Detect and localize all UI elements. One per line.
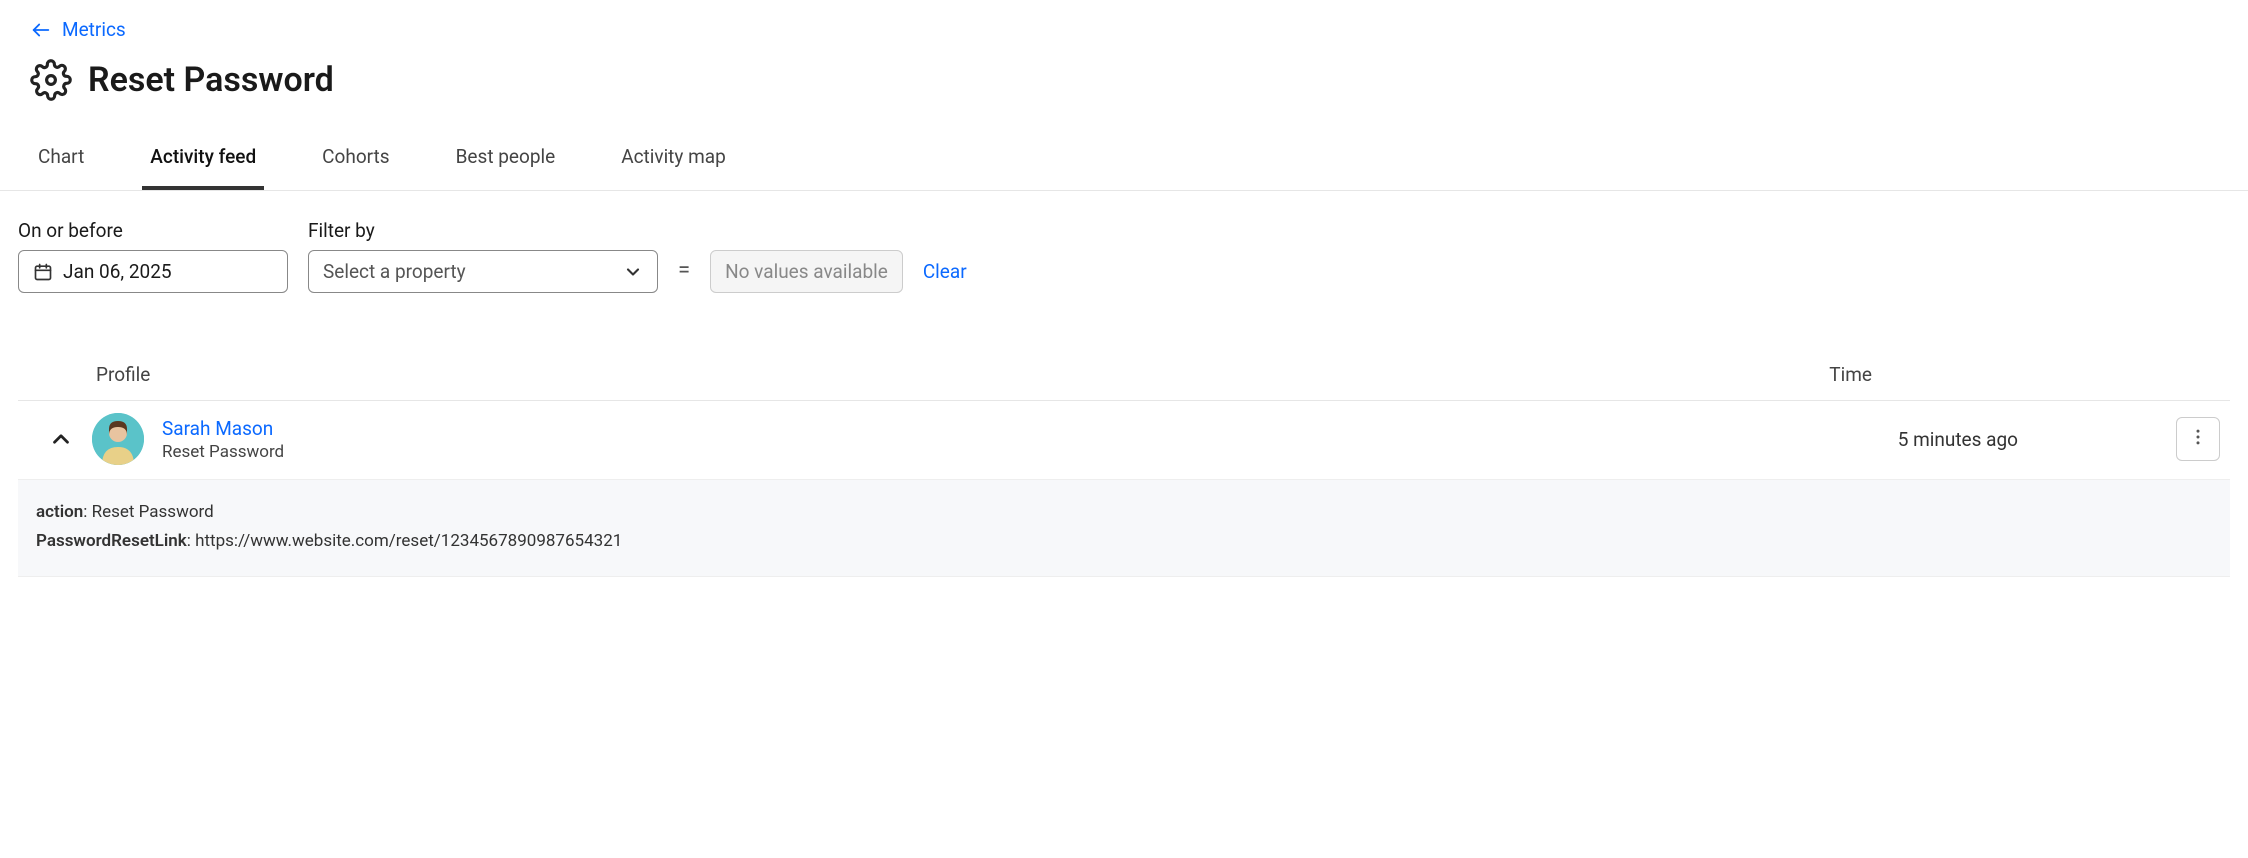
col-header-time: Time [1829,363,1872,386]
detail-row-action: action: Reset Password [36,498,2212,527]
col-header-profile: Profile [96,363,150,386]
filter-by-label: Filter by [308,219,658,242]
profile-name-link[interactable]: Sarah Mason [162,417,1880,440]
date-label: On or before [18,219,288,242]
profile-text: Sarah Mason Reset Password [162,417,1880,462]
detail-key-action: action [36,502,83,522]
tab-activity-map[interactable]: Activity map [613,131,734,190]
details-panel: action: Reset Password PasswordResetLink… [18,480,2230,577]
detail-value-action: Reset Password [92,502,214,522]
tab-cohorts[interactable]: Cohorts [314,131,397,190]
date-input[interactable]: Jan 06, 2025 [18,250,288,293]
breadcrumb-label: Metrics [62,18,126,41]
property-select[interactable]: Select a property [308,250,658,293]
clear-button[interactable]: Clear [923,260,967,293]
filter-by-group: Filter by Select a property [308,219,658,293]
detail-row-link: PasswordResetLink: https://www.website.c… [36,527,2212,556]
page-title: Reset Password [88,60,334,100]
select-placeholder: Select a property [323,260,466,283]
filter-date-group: On or before Jan 06, 2025 [18,219,288,293]
profile-event: Reset Password [162,442,1880,462]
filters-bar: On or before Jan 06, 2025 Filter by Sele… [0,191,2248,313]
feed-section: Profile Time Sarah Mason Reset Password … [0,353,2248,577]
chevron-down-icon [623,262,643,282]
feed-row: Sarah Mason Reset Password 5 minutes ago [18,401,2230,480]
collapse-chevron-icon[interactable] [48,426,74,452]
date-value: Jan 06, 2025 [63,260,172,283]
equals-sign: = [678,258,690,293]
time-text: 5 minutes ago [1898,428,2018,451]
page-header: Reset Password [0,49,2248,121]
gear-icon [30,59,72,101]
tabs: Chart Activity feed Cohorts Best people … [0,121,2248,191]
feed-header: Profile Time [18,353,2230,401]
detail-value-link: https://www.website.com/reset/1234567890… [195,531,622,551]
arrow-left-icon [30,19,52,41]
detail-key-link: PasswordResetLink [36,531,187,551]
row-actions-button[interactable] [2176,417,2220,461]
tab-best-people[interactable]: Best people [448,131,564,190]
kebab-icon [2188,427,2208,451]
avatar [92,413,144,465]
tab-chart[interactable]: Chart [30,131,92,190]
tab-activity-feed[interactable]: Activity feed [142,131,264,190]
no-values-box: No values available [710,250,903,293]
calendar-icon [33,262,53,282]
breadcrumb: Metrics [0,0,2248,49]
breadcrumb-link-metrics[interactable]: Metrics [30,18,126,41]
